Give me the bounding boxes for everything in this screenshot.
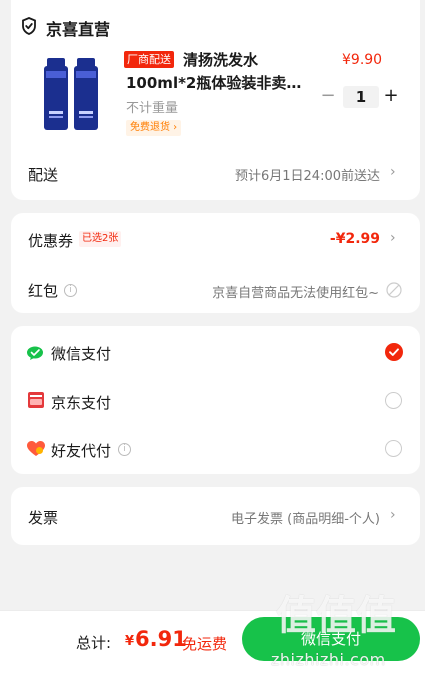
shipping-label: 配送: [28, 166, 59, 184]
info-icon[interactable]: i: [118, 443, 131, 456]
shipping-chevron-right-icon[interactable]: ›: [390, 164, 396, 180]
jd-pay-radio[interactable]: [385, 392, 402, 409]
store-name[interactable]: 京喜直营: [46, 16, 110, 40]
payment-option-friend[interactable]: 好友代付: [51, 440, 111, 461]
hongbao-unavailable-text: 京喜自营商品无法使用红包~: [212, 286, 379, 301]
product-weight: 不计重量: [126, 101, 179, 116]
jd-pay-icon: [28, 392, 44, 408]
hongbao-label: 红包: [28, 282, 59, 300]
product-image[interactable]: [41, 56, 101, 132]
quantity-minus-button[interactable]: −: [320, 86, 336, 106]
watermark-logo: 值值值: [276, 593, 396, 639]
free-shipping-text: 免运费: [182, 635, 228, 653]
total-amount: 6.91: [135, 627, 187, 651]
total-currency: ¥: [125, 634, 135, 649]
product-title-line2[interactable]: 100ml*2瓶体验装非卖…: [126, 72, 301, 95]
invoice-chevron-right-icon[interactable]: ›: [390, 507, 396, 523]
shipping-estimate[interactable]: 预计6月1日24:00前送达: [235, 165, 380, 184]
friend-pay-icon: [27, 441, 45, 457]
payment-option-jd[interactable]: 京东支付: [51, 392, 111, 413]
free-return-badge[interactable]: 免费退货 ›: [126, 120, 182, 136]
wechat-pay-icon: [27, 345, 45, 360]
info-icon[interactable]: i: [64, 284, 77, 297]
product-price: ¥9.90: [342, 52, 383, 68]
coupon-selected-badge: 已选2张: [79, 231, 122, 247]
invoice-type[interactable]: 电子发票 (商品明细-个人): [231, 508, 380, 527]
payment-option-wechat[interactable]: 微信支付: [51, 343, 111, 364]
quantity-plus-button[interactable]: +: [383, 86, 399, 106]
coupon-chevron-right-icon[interactable]: ›: [390, 230, 396, 246]
invoice-label: 发票: [28, 509, 59, 527]
disabled-circle-icon: [386, 282, 402, 298]
friend-pay-radio[interactable]: [385, 440, 402, 457]
coupon-label: 优惠券: [28, 232, 74, 250]
wechat-pay-checked-radio[interactable]: [385, 343, 403, 361]
quantity-value[interactable]: 1: [343, 86, 379, 108]
total-label: 总计:: [76, 634, 112, 652]
coupon-discount-value[interactable]: -¥2.99: [330, 231, 380, 247]
shield-check-icon: [22, 17, 36, 35]
watermark-url: zhizhizhi.com: [271, 650, 386, 669]
vendor-delivery-tag: 厂商配送: [124, 51, 174, 68]
